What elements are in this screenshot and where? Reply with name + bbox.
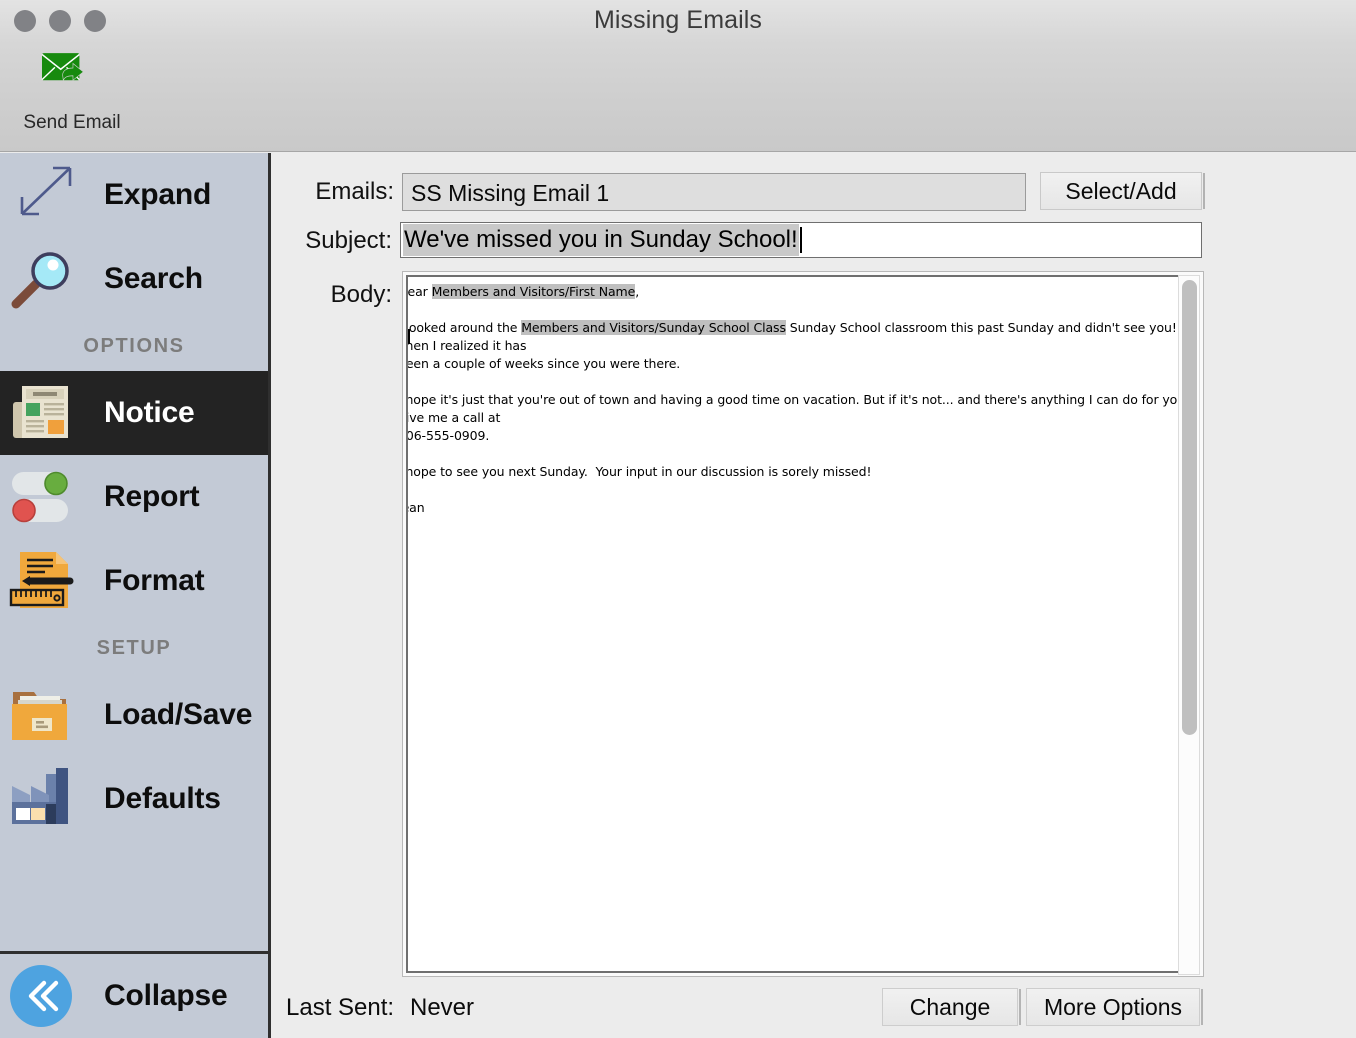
- sidebar-section-setup: SETUP: [96, 636, 172, 659]
- emails-label: Emails:: [315, 178, 394, 205]
- sidebar-item-defaults[interactable]: Defaults: [0, 757, 268, 841]
- footer-bar: Last Sent: Never Change More Options: [274, 980, 1356, 1038]
- document-ruler-pencil-icon: [8, 548, 86, 614]
- body-paragraph: I hope it's just that you're out of town…: [406, 391, 1198, 445]
- sidebar-item-expand-label: Expand: [104, 178, 212, 211]
- subject-value: We've missed you in Sunday School!: [403, 224, 799, 256]
- body-paragraph: Jean: [408, 499, 1198, 517]
- toolbar: Send Email: [0, 44, 1356, 152]
- sidebar-item-report-label: Report: [104, 480, 200, 513]
- sidebar-item-format[interactable]: Format: [0, 539, 268, 623]
- body-text-area[interactable]: Dear Members and Visitors/First Name, I l…: [406, 275, 1200, 973]
- magnifier-icon: [8, 246, 86, 312]
- collapse-section: Collapse: [0, 951, 268, 1038]
- body-scrollbar-thumb[interactable]: [1182, 280, 1197, 735]
- body-text-run: Jean: [408, 500, 425, 515]
- double-chevron-left-icon: [8, 963, 86, 1029]
- send-email-button[interactable]: Send Email: [12, 44, 132, 134]
- body-text-run: Dear: [407, 284, 428, 299]
- body-paragraph: Dear Members and Visitors/First Name,: [407, 283, 1198, 301]
- sidebar-item-format-label: Format: [104, 564, 205, 597]
- sidebar-item-search-label: Search: [104, 262, 203, 295]
- subject-input[interactable]: We've missed you in Sunday School!: [400, 222, 1202, 258]
- change-button[interactable]: Change: [882, 988, 1018, 1026]
- sidebar-item-collapse[interactable]: Collapse: [0, 954, 268, 1038]
- body-text-run: ,: [635, 284, 640, 299]
- body-editor[interactable]: Dear Members and Visitors/First Name, I l…: [402, 271, 1204, 977]
- merge-field-token: Members and Visitors/Sunday School Class: [521, 320, 786, 335]
- body-text-run: I hope it's just that you're out of town…: [406, 392, 1197, 443]
- emails-input[interactable]: [402, 173, 1026, 211]
- more-options-button[interactable]: More Options: [1026, 988, 1200, 1026]
- footer-divider-1: [1019, 989, 1021, 1025]
- app-window: Missing Emails Send Email Expand Search …: [0, 0, 1356, 1038]
- sidebar-item-notice-label: Notice: [104, 396, 195, 429]
- last-sent-value: Never: [410, 994, 475, 1021]
- newspaper-icon: [8, 380, 86, 446]
- merge-field-token: Members and Visitors/First Name: [431, 284, 636, 299]
- last-sent-label: Last Sent:: [286, 994, 395, 1021]
- footer-divider-2: [1201, 989, 1203, 1025]
- body-vertical-scrollbar[interactable]: [1178, 275, 1200, 975]
- body-text-run: I hope to see you next Sunday. Your inpu…: [406, 464, 872, 479]
- body-label: Body:: [330, 281, 392, 308]
- body-content: Dear Members and Visitors/First Name, I l…: [406, 283, 1198, 535]
- select-add-divider: [1203, 173, 1205, 209]
- body-text-run: I looked around the: [406, 320, 522, 335]
- sidebar-item-defaults-label: Defaults: [104, 782, 221, 815]
- sidebar-item-load-save-label: Load/Save: [104, 698, 253, 731]
- content-pane: Emails: Select/Add Subject: We've missed…: [274, 153, 1356, 1038]
- sidebar-item-load-save[interactable]: Load/Save: [0, 673, 268, 757]
- send-email-label: Send Email: [23, 112, 121, 133]
- body-paragraph: I hope to see you next Sunday. Your inpu…: [406, 463, 1198, 481]
- sidebar-item-expand[interactable]: Expand: [0, 153, 268, 237]
- sidebar-item-report[interactable]: Report: [0, 455, 268, 539]
- text-caret: [799, 227, 802, 253]
- sidebar: Expand Search OPTIONS Notice Report Form…: [0, 153, 271, 1038]
- subject-label: Subject:: [305, 227, 392, 254]
- expand-arrows-icon: [8, 162, 86, 228]
- sidebar-item-notice[interactable]: Notice: [0, 371, 268, 455]
- toggle-switches-icon: [8, 464, 86, 530]
- factory-icon: [8, 766, 86, 832]
- sidebar-item-collapse-label: Collapse: [104, 979, 228, 1012]
- open-folder-icon: [8, 682, 86, 748]
- body-paragraph: I looked around the Members and Visitors…: [406, 319, 1198, 373]
- sidebar-item-search[interactable]: Search: [0, 237, 268, 321]
- sidebar-section-options: OPTIONS: [83, 334, 185, 357]
- green-envelope-forward-icon: [33, 48, 111, 110]
- window-title: Missing Emails: [593, 6, 763, 34]
- title-bar: Missing Emails: [0, 0, 1356, 44]
- select-add-button[interactable]: Select/Add: [1040, 172, 1202, 210]
